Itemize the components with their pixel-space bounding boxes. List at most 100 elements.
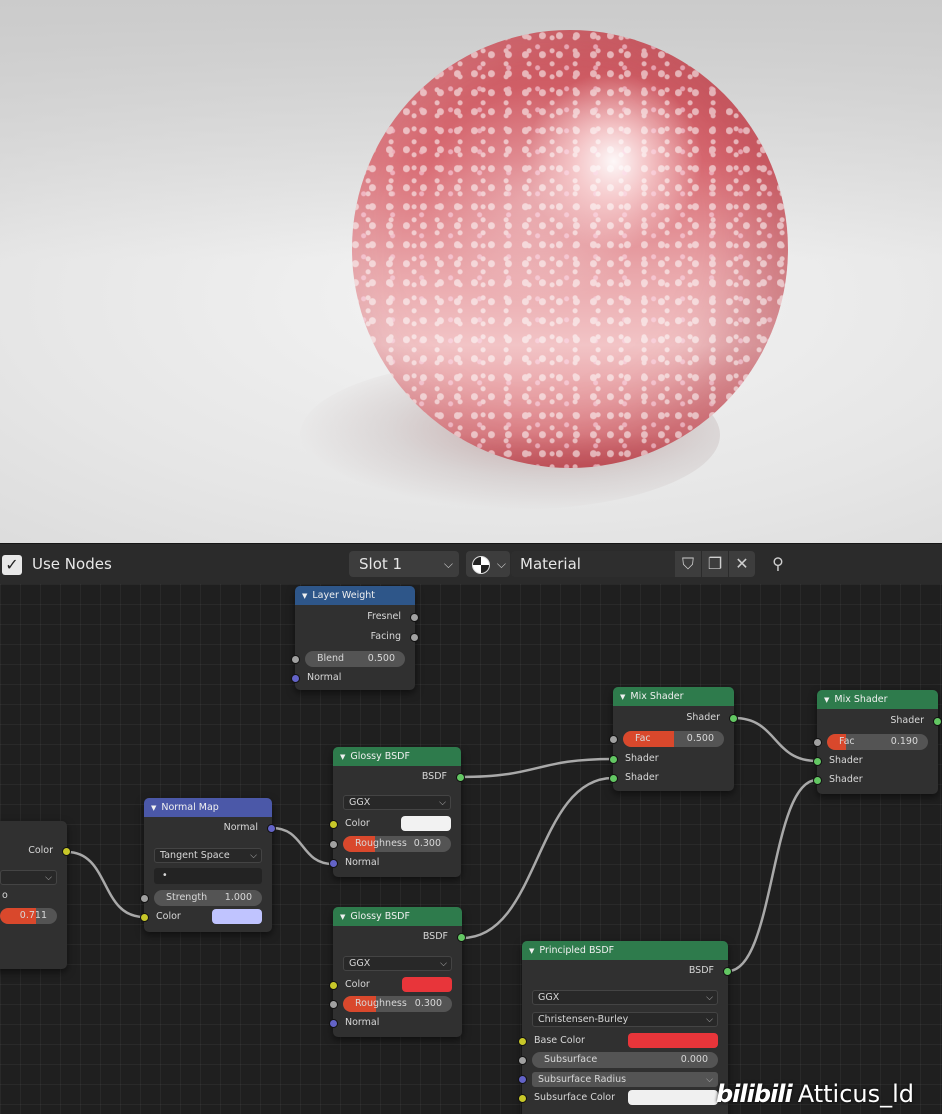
node-header: ▼ Layer Weight: [295, 586, 415, 605]
uv-map-field[interactable]: •: [154, 868, 262, 884]
output-bsdf-label: BSDF: [422, 931, 448, 942]
link-glossy1-to-mix1: [460, 757, 614, 779]
output-shader-socket[interactable]: [729, 714, 738, 723]
output-shader-row: Shader: [817, 712, 942, 730]
input-shader-2-socket[interactable]: [813, 776, 822, 785]
output-bsdf-label: BSDF: [688, 965, 714, 976]
collapse-triangle-icon[interactable]: ▼: [151, 804, 156, 812]
glossy-bsdf-node-1[interactable]: ▼ Glossy BSDF BSDF GGX ⌵ Color Roughness 0…: [329, 747, 465, 877]
output-bsdf-label: BSDF: [421, 771, 447, 782]
image-option-dropdown[interactable]: ⌵: [0, 870, 57, 885]
link-glossy2-to-mix1: [461, 776, 614, 940]
input-subsurface-socket[interactable]: [518, 1056, 527, 1065]
fac-field[interactable]: Fac 0.500: [623, 731, 724, 747]
output-fresnel-socket[interactable]: [410, 613, 419, 622]
output-bsdf-socket[interactable]: [723, 967, 732, 976]
collapse-triangle-icon[interactable]: ▼: [340, 913, 345, 921]
base-color-swatch[interactable]: [628, 1033, 718, 1048]
material-name-field[interactable]: Material: [511, 551, 675, 577]
output-normal-socket[interactable]: [267, 824, 276, 833]
collapse-triangle-icon[interactable]: ▼: [529, 947, 534, 955]
node-editor-canvas[interactable]: Color ⌵ o 0.711 ▼ Layer Weight Fresnel Fa…: [0, 584, 942, 1114]
input-subsurface-color-socket[interactable]: [518, 1094, 527, 1103]
output-bsdf-socket[interactable]: [457, 933, 466, 942]
browse-material-button[interactable]: ⌵: [466, 551, 510, 577]
output-color-label: Color: [28, 845, 53, 856]
factor-field[interactable]: 0.711: [0, 908, 57, 924]
layer-weight-node[interactable]: ▼ Layer Weight Fresnel Facing Blend 0.500…: [291, 586, 419, 690]
collapse-triangle-icon[interactable]: ▼: [302, 592, 307, 600]
fake-user-shield-icon[interactable]: ⛉: [675, 551, 701, 577]
color-swatch[interactable]: [212, 909, 262, 924]
output-facing-socket[interactable]: [410, 633, 419, 642]
slot-select[interactable]: Slot 1 ⌵: [349, 551, 459, 577]
roughness-field[interactable]: Roughness 0.300: [343, 996, 452, 1012]
3d-viewport[interactable]: [0, 0, 942, 543]
input-shader-2-socket[interactable]: [609, 774, 618, 783]
output-shader-socket[interactable]: [933, 717, 942, 726]
strength-value: 1.000: [224, 892, 252, 903]
strength-field[interactable]: Strength 1.000: [154, 890, 262, 906]
image-texture-node-partial[interactable]: Color ⌵ o 0.711: [0, 821, 71, 969]
subsurface-radius-dropdown[interactable]: Subsurface Radius ⌵: [532, 1072, 718, 1087]
input-color-socket[interactable]: [329, 981, 338, 990]
uv-map-value: •: [162, 870, 168, 881]
output-color-socket[interactable]: [62, 847, 71, 856]
roughness-label: Roughness: [355, 838, 407, 849]
collapse-triangle-icon[interactable]: ▼: [340, 753, 345, 761]
input-shader-2-label: Shader: [625, 772, 659, 783]
input-color-label: Color: [345, 818, 370, 829]
distribution-dropdown[interactable]: GGX ⌵: [343, 795, 451, 810]
blend-field[interactable]: Blend 0.500: [305, 651, 405, 667]
distribution-dropdown[interactable]: GGX ⌵: [343, 956, 452, 971]
distribution-dropdown[interactable]: GGX ⌵: [532, 990, 718, 1005]
input-strength-socket[interactable]: [140, 894, 149, 903]
normal-map-node[interactable]: ▼ Normal Map Normal Tangent Space ⌵ • Stre…: [140, 798, 276, 932]
mix-shader-node-1[interactable]: ▼ Mix Shader Shader Fac 0.500 Shader Shad…: [609, 687, 738, 791]
input-blend-socket[interactable]: [291, 655, 300, 664]
input-color-socket[interactable]: [140, 913, 149, 922]
color-swatch[interactable]: [402, 977, 452, 992]
glossy-bsdf-node-2[interactable]: ▼ Glossy BSDF BSDF GGX ⌵ Color Roughness 0…: [329, 907, 466, 1037]
roughness-field[interactable]: Roughness 0.300: [343, 836, 451, 852]
input-normal-socket[interactable]: [329, 1019, 338, 1028]
use-nodes-checkbox[interactable]: ✓: [2, 555, 22, 575]
node-title: Mix Shader: [630, 691, 684, 702]
collapse-triangle-icon[interactable]: ▼: [824, 696, 829, 704]
input-shader-1-socket[interactable]: [813, 757, 822, 766]
distribution-row: GGX ⌵: [333, 793, 461, 811]
fac-label: Fac: [635, 733, 651, 744]
node-title: Normal Map: [161, 802, 219, 813]
mix-shader-node-2[interactable]: ▼ Mix Shader Shader Fac 0.190 Shader Shad…: [813, 690, 942, 794]
output-bsdf-socket[interactable]: [456, 773, 465, 782]
close-icon[interactable]: ✕: [729, 551, 755, 577]
input-subsurface-radius-socket[interactable]: [518, 1075, 527, 1084]
input-roughness-socket[interactable]: [329, 840, 338, 849]
input-fac-socket[interactable]: [813, 738, 822, 747]
input-normal-socket[interactable]: [291, 674, 300, 683]
subsurface-method-dropdown[interactable]: Christensen-Burley ⌵: [532, 1012, 718, 1027]
input-roughness-socket[interactable]: [329, 1000, 338, 1009]
blend-row: Blend 0.500: [291, 650, 415, 668]
output-bsdf-row: BSDF: [333, 768, 465, 786]
roughness-value: 0.300: [413, 838, 441, 849]
pin-icon[interactable]: ⚲: [765, 551, 791, 577]
collapse-triangle-icon[interactable]: ▼: [620, 693, 625, 701]
subsurface-color-swatch[interactable]: [628, 1090, 718, 1105]
input-normal-socket[interactable]: [329, 859, 338, 868]
principled-bsdf-node[interactable]: ▼ Principled BSDF BSDF GGX ⌵ Christensen-B…: [518, 941, 732, 1114]
color-swatch[interactable]: [401, 816, 451, 831]
input-shader-1-socket[interactable]: [609, 755, 618, 764]
input-fac-socket[interactable]: [609, 735, 618, 744]
input-normal-label: Normal: [345, 857, 380, 868]
space-dropdown[interactable]: Tangent Space ⌵: [154, 848, 262, 863]
chevron-down-icon: ⌵: [250, 851, 257, 861]
input-base-color-socket[interactable]: [518, 1037, 527, 1046]
base-color-label: Base Color: [534, 1035, 585, 1046]
output-normal-row: Normal: [144, 819, 276, 837]
distribution-value: GGX: [349, 958, 371, 969]
input-color-socket[interactable]: [329, 820, 338, 829]
duplicate-icon[interactable]: ❐: [702, 551, 728, 577]
subsurface-field[interactable]: Subsurface 0.000: [532, 1052, 718, 1068]
fac-field[interactable]: Fac 0.190: [827, 734, 928, 750]
